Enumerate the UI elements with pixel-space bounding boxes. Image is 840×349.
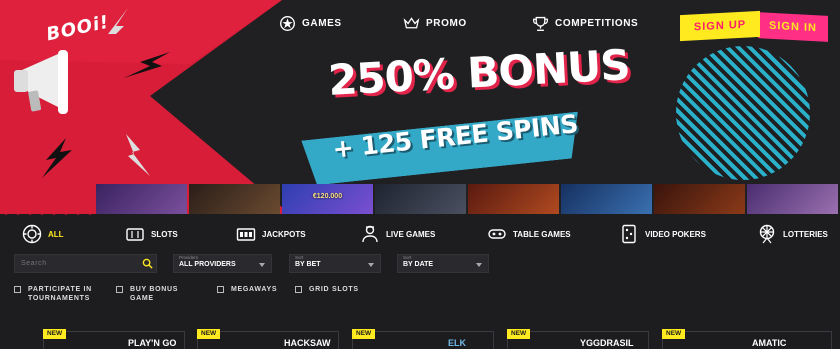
sort-value: BY DATE	[403, 261, 434, 268]
category-slots[interactable]: SLOTS	[125, 224, 178, 244]
provider-logo: PLAY'N GO	[128, 338, 177, 348]
page: BOOi! GAMES PROMO COMPETITIONS SIGN IN S…	[0, 0, 840, 349]
buy-bonus-checkbox[interactable]: BUY BONUS GAME	[116, 285, 178, 303]
providers-value: ALL PROVIDERS	[179, 261, 236, 268]
search-input[interactable]	[14, 254, 157, 273]
provider-logo: YGGDRASIL	[580, 338, 634, 348]
category-lotteries[interactable]: LOTTERIES	[757, 224, 828, 244]
checkbox-box[interactable]	[14, 286, 21, 293]
chevron-down-icon	[476, 263, 482, 267]
sort-by-bet-select[interactable]: Sort BY BET	[289, 254, 381, 273]
jackpot-icon	[236, 228, 256, 241]
provider-card[interactable]	[662, 331, 832, 349]
nav-promo-label: PROMO	[426, 18, 467, 29]
provider-logo: ELK	[448, 338, 466, 348]
nav-competitions-label: COMPETITIONS	[555, 18, 639, 29]
category-all[interactable]: ALL	[22, 224, 64, 244]
category-all-label: ALL	[48, 229, 64, 239]
new-badge: NEW	[507, 329, 531, 339]
checkbox-label: PARTICIPATE IN TOURNAMENTS	[28, 286, 92, 302]
category-live-games[interactable]: LIVE GAMES	[360, 224, 435, 244]
ferris-wheel-icon	[759, 224, 775, 244]
checkbox-label: MEGAWAYS	[231, 286, 278, 293]
trophy-icon	[533, 16, 548, 31]
table-icon	[488, 229, 506, 239]
checkbox-box[interactable]	[116, 286, 123, 293]
zigzag-divider	[0, 210, 97, 215]
sort-value: BY BET	[295, 261, 321, 268]
sign-up-button[interactable]: SIGN UP	[680, 10, 760, 42]
search-icon[interactable]	[142, 258, 153, 269]
new-badge: NEW	[197, 329, 221, 339]
providers-caption: Providers	[179, 255, 199, 260]
category-live-games-label: LIVE GAMES	[386, 229, 436, 239]
category-table-games[interactable]: TABLE GAMES	[487, 224, 571, 244]
grid-slots-checkbox[interactable]: GRID SLOTS	[295, 285, 359, 294]
category-jackpots[interactable]: JACKPOTS	[236, 224, 306, 244]
megaways-checkbox[interactable]: MEGAWAYS	[217, 285, 277, 294]
sort-caption: Sort	[295, 255, 304, 260]
providers-select[interactable]: Providers ALL PROVIDERS	[173, 254, 272, 273]
checkbox-box[interactable]	[217, 286, 224, 293]
hero-banner[interactable]: BOOi! GAMES PROMO COMPETITIONS SIGN IN S…	[0, 0, 840, 214]
chevron-down-icon	[259, 263, 265, 267]
sign-in-button[interactable]: SIGN IN	[758, 12, 828, 42]
new-badge: NEW	[662, 329, 686, 339]
checkbox-label: GRID SLOTS	[309, 286, 359, 293]
dice-icon	[622, 224, 636, 244]
new-badge: NEW	[43, 329, 67, 339]
star-chip-icon	[280, 16, 295, 31]
sort-by-date-select[interactable]: Sort BY DATE	[397, 254, 489, 273]
category-table-games-label: TABLE GAMES	[513, 229, 571, 239]
chevron-down-icon	[368, 263, 374, 267]
category-lotteries-label: LOTTERIES	[783, 229, 828, 239]
crown-icon	[403, 17, 420, 29]
provider-logo: HACKSAW	[284, 338, 331, 348]
checkbox-label: BUY BONUS GAME	[130, 286, 179, 302]
tournaments-checkbox[interactable]: PARTICIPATE IN TOURNAMENTS	[14, 285, 92, 303]
category-video-pokers-label: VIDEO POKERS	[645, 229, 706, 239]
nav-games-label: GAMES	[302, 18, 342, 29]
new-badge: NEW	[352, 329, 376, 339]
provider-logo: AMATIC	[752, 338, 787, 348]
slot-machine-icon	[126, 228, 144, 241]
hero-red-panel	[0, 0, 290, 214]
nav-promo[interactable]: PROMO	[403, 15, 467, 32]
checkbox-box[interactable]	[295, 286, 302, 293]
bonus-headline: 250% BONUS	[326, 40, 631, 105]
dealer-icon	[362, 225, 378, 243]
category-slots-label: SLOTS	[151, 229, 178, 239]
sort-caption: Sort	[403, 255, 412, 260]
nav-competitions[interactable]: COMPETITIONS	[532, 15, 638, 32]
category-video-pokers[interactable]: VIDEO POKERS	[619, 224, 706, 244]
category-bar: ALL SLOTS JACKPOTS LIVE GAMES TABLE GAME…	[0, 222, 840, 248]
chip-icon	[22, 224, 42, 244]
striped-circle-decoration	[676, 46, 810, 180]
nav-games[interactable]: GAMES	[279, 15, 342, 32]
category-jackpots-label: JACKPOTS	[262, 229, 306, 239]
